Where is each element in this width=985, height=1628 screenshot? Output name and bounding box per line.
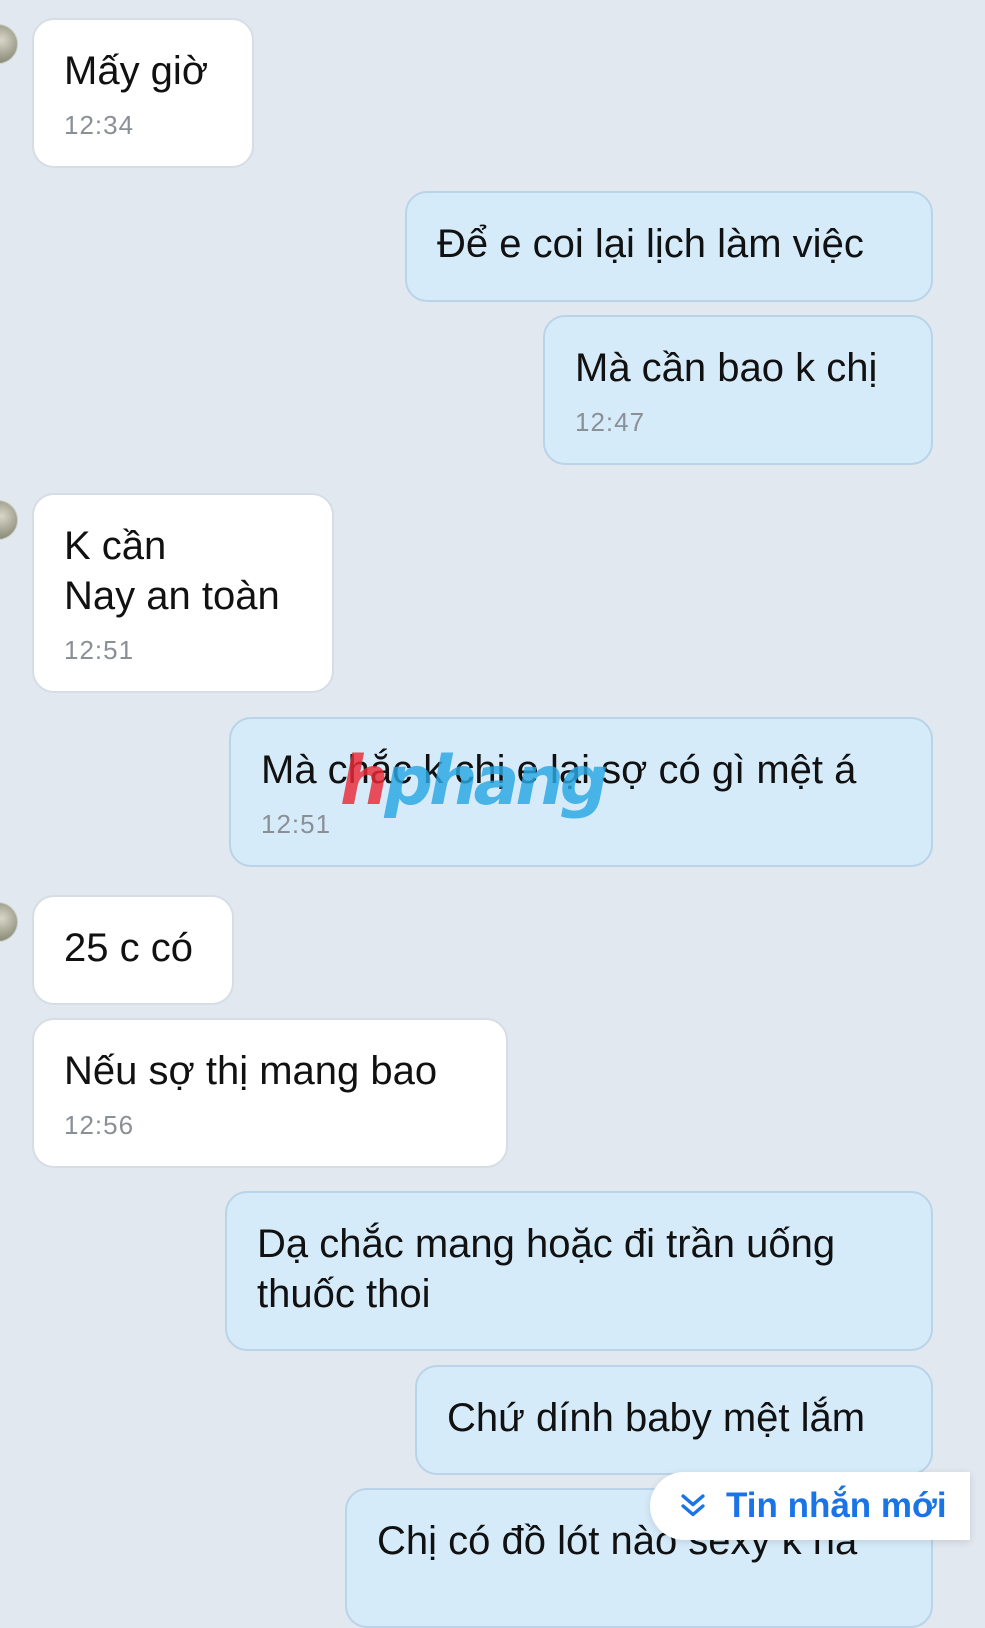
message-text: Nếu sợ thị mang bao (64, 1049, 438, 1093)
watermark-logo: hphang (340, 742, 608, 821)
message-time: 12:56 (64, 1110, 135, 1140)
contact-avatar[interactable] (0, 24, 18, 64)
incoming-message[interactable]: 25 c có (32, 895, 234, 1005)
incoming-message[interactable]: K cần Nay an toàn 12:51 (32, 493, 334, 693)
outgoing-message[interactable]: Để e coi lại lịch làm việc (405, 191, 933, 302)
message-text: Chứ dính baby mệt lắm (447, 1396, 866, 1440)
new-messages-button[interactable]: Tin nhắn mới (650, 1472, 970, 1540)
new-messages-label: Tin nhắn mới (726, 1486, 947, 1525)
outgoing-message[interactable]: Mà cần bao k chị 12:47 (543, 315, 933, 465)
incoming-message[interactable]: Mấy giờ 12:34 (32, 18, 254, 168)
contact-avatar[interactable] (0, 500, 18, 540)
message-text: Để e coi lại lịch làm việc (437, 222, 864, 266)
message-text: 25 c có (64, 926, 193, 970)
outgoing-message[interactable]: Chứ dính baby mệt lắm (415, 1365, 933, 1475)
message-text: Dạ chắc mang hoặc đi trần uống thuốc tho… (257, 1222, 836, 1316)
watermark-part-red: h (340, 742, 388, 821)
double-chevron-down-icon (681, 1494, 705, 1517)
incoming-message[interactable]: Nếu sợ thị mang bao 12:56 (32, 1018, 508, 1168)
chat-thread: Mấy giờ 12:34 Để e coi lại lịch làm việc… (0, 0, 985, 1628)
message-time: 12:47 (575, 407, 646, 437)
watermark-part-blue: phang (384, 742, 608, 821)
message-text: Mà cần bao k chị (575, 346, 878, 390)
message-time: 12:51 (64, 635, 135, 665)
outgoing-message[interactable]: Dạ chắc mang hoặc đi trần uống thuốc tho… (225, 1191, 933, 1351)
message-text: K cần Nay an toàn (64, 524, 280, 618)
contact-avatar[interactable] (0, 902, 18, 942)
message-time: 12:34 (64, 110, 135, 140)
message-text: Mấy giờ (64, 49, 209, 93)
